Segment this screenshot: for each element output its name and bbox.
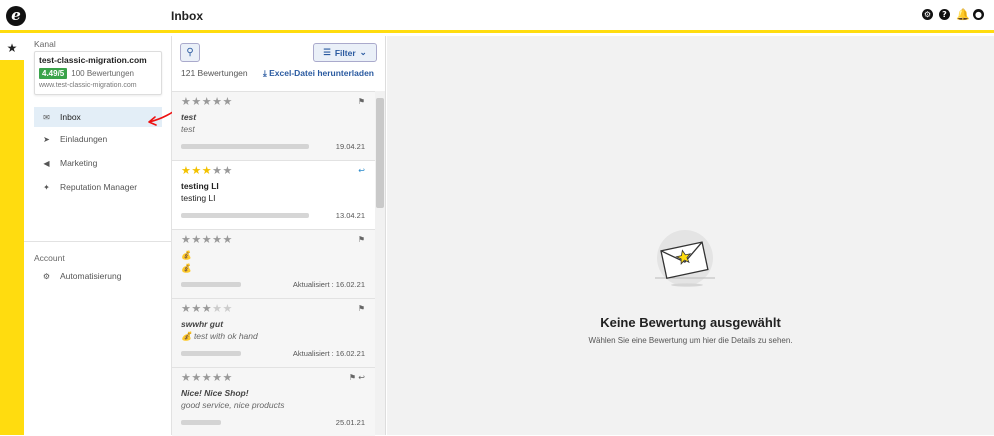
channel-label: Kanal bbox=[34, 39, 56, 49]
sidebar-divider bbox=[24, 241, 172, 242]
review-date: 25.01.21 bbox=[335, 418, 365, 427]
review-title: test bbox=[181, 112, 197, 122]
channel-url: www.test-classic-migration.com bbox=[39, 82, 137, 89]
left-rail: ★ bbox=[0, 36, 24, 435]
review-title: testing LI bbox=[181, 181, 219, 191]
rating-stars: ★★★★★ bbox=[181, 303, 233, 315]
rating-stars: ★★★★★ bbox=[181, 372, 233, 384]
rating-stars: ★★★★★ bbox=[181, 234, 233, 246]
paper-plane-icon: ➤ bbox=[43, 134, 50, 144]
brand-logo[interactable]: e bbox=[6, 6, 26, 26]
review-date: Aktualisiert : 16.02.21 bbox=[292, 280, 365, 289]
robot-icon: ⚙ bbox=[42, 271, 51, 281]
reply-icon[interactable]: ↩ bbox=[358, 166, 365, 175]
bell-icon[interactable]: 🔔 bbox=[956, 9, 970, 20]
review-body: good service, nice products bbox=[181, 400, 285, 410]
review-date: 19.04.21 bbox=[335, 142, 365, 151]
flag-reply-icons[interactable]: ⚑ ↩ bbox=[349, 373, 365, 382]
empty-state-title: Keine Bewertung ausgewählt bbox=[600, 315, 781, 330]
sidebar-item-marketing[interactable]: ◀ Marketing bbox=[34, 153, 162, 173]
sidebar-item-label: Inbox bbox=[60, 112, 81, 122]
review-title: 💰 bbox=[181, 250, 192, 260]
excel-download-link[interactable]: ⤓ Excel-Datei herunterladen bbox=[263, 68, 374, 79]
rating-stars: ★★★★★ bbox=[181, 165, 233, 177]
account-label: Account bbox=[34, 253, 65, 263]
download-icon: ⤓ bbox=[262, 68, 267, 78]
sidebar-item-einladungen[interactable]: ➤ Einladungen bbox=[34, 129, 162, 149]
list-scrollbar-thumb[interactable] bbox=[376, 98, 384, 208]
review-count: 100 Bewertungen bbox=[71, 69, 134, 78]
sidebar-item-automatisierung[interactable]: ⚙ Automatisierung bbox=[34, 266, 162, 286]
review-list-item[interactable]: ★★★★★ ⚑ swwhr gut 💰 test with ok hand Ak… bbox=[172, 298, 375, 367]
review-body: testing LI bbox=[181, 193, 216, 203]
sidebar-item-label: Marketing bbox=[60, 158, 98, 168]
redacted-email bbox=[181, 351, 241, 356]
review-date: 13.04.21 bbox=[335, 211, 365, 220]
review-list-panel: ⚲ ☰ Filter ⌄ 121 Bewertungen ⤓ Excel-Dat… bbox=[172, 36, 386, 436]
help-icon[interactable]: ? bbox=[939, 9, 950, 20]
filter-icon: ☰ bbox=[323, 47, 331, 57]
flag-icon[interactable]: ⚑ bbox=[358, 235, 365, 244]
empty-state-subtitle: Wählen Sie eine Bewertung um hier die De… bbox=[588, 336, 793, 345]
rating-badge: 4.49/5 bbox=[39, 68, 68, 79]
redacted-email bbox=[181, 144, 309, 149]
sidebar-item-label: Automatisierung bbox=[60, 271, 122, 281]
top-bar: e Inbox ⚙ ? 🔔 ● bbox=[0, 0, 994, 33]
redacted-email bbox=[181, 420, 221, 425]
redacted-email bbox=[181, 213, 309, 218]
inbox-icon: ✉ bbox=[43, 112, 50, 122]
redacted-email bbox=[181, 282, 241, 287]
sidebar-item-inbox[interactable]: ✉ Inbox bbox=[34, 107, 162, 127]
megaphone-icon: ◀ bbox=[43, 158, 50, 168]
review-list-item[interactable]: ★★★★★ ⚑ test test 19.04.21 bbox=[172, 91, 375, 160]
sidebar-item-reputation-manager[interactable]: ✦ Reputation Manager bbox=[34, 177, 162, 197]
review-title: swwhr gut bbox=[181, 319, 224, 329]
flag-icon[interactable]: ⚑ bbox=[358, 97, 365, 106]
flag-icon[interactable]: ⚑ bbox=[358, 304, 365, 313]
sidebar-item-label: Einladungen bbox=[60, 134, 108, 144]
filter-button[interactable]: ☰ Filter ⌄ bbox=[313, 43, 377, 62]
filter-label: Filter bbox=[334, 47, 356, 58]
review-detail-pane: Keine Bewertung ausgewählt Wählen Sie ei… bbox=[387, 36, 994, 435]
review-date: Aktualisiert : 16.02.21 bbox=[292, 349, 365, 358]
review-list-item[interactable]: ★★★★★ ⚑ ↩ Nice! Nice Shop! good service,… bbox=[172, 367, 375, 436]
empty-envelope-icon bbox=[655, 230, 715, 287]
channel-name: test-classic-migration.com bbox=[39, 55, 147, 65]
review-body: 💰 bbox=[181, 263, 192, 273]
user-icon[interactable]: ● bbox=[973, 9, 984, 20]
review-list-item[interactable]: ★★★★★ ↩ testing LI testing LI 13.04.21 bbox=[172, 160, 375, 229]
review-title: Nice! Nice Shop! bbox=[181, 388, 249, 398]
sidebar-item-label: Reputation Manager bbox=[60, 182, 138, 192]
page-title: Inbox bbox=[171, 9, 203, 23]
channel-card[interactable]: test-classic-migration.com 4.49/5 100 Be… bbox=[34, 51, 162, 95]
sparkle-icon: ✦ bbox=[43, 182, 50, 192]
search-icon: ⚲ bbox=[186, 47, 194, 58]
review-body: 💰 test with ok hand bbox=[181, 331, 258, 341]
review-body: test bbox=[181, 124, 195, 134]
search-button[interactable]: ⚲ bbox=[180, 43, 200, 62]
chevron-down-icon: ⌄ bbox=[359, 47, 367, 57]
settings-icon[interactable]: ⚙ bbox=[922, 9, 933, 20]
sidebar: Kanal test-classic-migration.com 4.49/5 … bbox=[24, 36, 172, 435]
rating-stars: ★★★★★ bbox=[181, 96, 233, 108]
favorites-star-icon[interactable]: ★ bbox=[0, 36, 24, 60]
review-list-item[interactable]: ★★★★★ ⚑ 💰 💰 Aktualisiert : 16.02.21 bbox=[172, 229, 375, 298]
review-total-count: 121 Bewertungen bbox=[181, 68, 248, 78]
